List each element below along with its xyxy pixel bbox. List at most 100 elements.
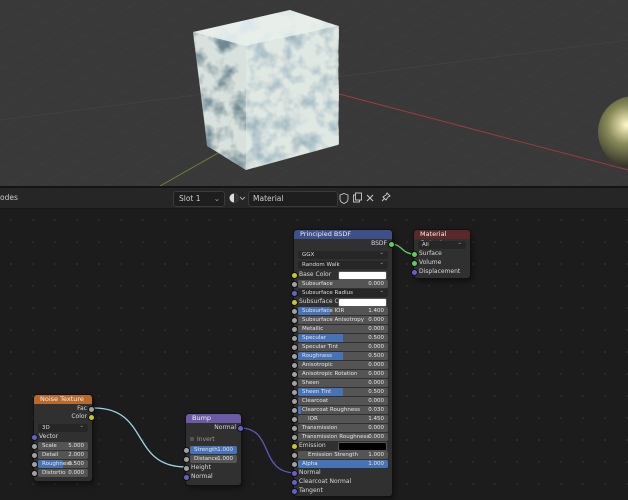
input-specular-tint[interactable]: Specular Tint 0.000 [291, 342, 392, 351]
height-socket[interactable] [183, 465, 190, 472]
tangent-socket[interactable] [291, 488, 298, 495]
value-field[interactable]: Transmission 0.000 [298, 423, 388, 432]
surface-socket[interactable] [411, 251, 418, 258]
vector-socket[interactable] [31, 434, 38, 441]
strength-socket[interactable] [183, 447, 190, 454]
detail-socket[interactable] [31, 452, 38, 459]
dimensions-dropdown[interactable]: 3D [34, 422, 92, 432]
value-field[interactable]: Clearcoat 0.000 [298, 396, 388, 405]
input-base-color[interactable]: Base Color [291, 270, 392, 280]
specular-tint-socket[interactable] [291, 344, 298, 351]
input-clearcoat[interactable]: Clearcoat 0.000 [291, 396, 392, 405]
value-field[interactable]: Metallic 0.000 [298, 324, 388, 333]
scale-socket[interactable] [31, 443, 38, 450]
input-sheen-tint[interactable]: Sheen Tint 0.500 [291, 387, 392, 396]
emission-strength-socket[interactable] [291, 452, 298, 459]
node-editor-canvas[interactable]: Noise Texture Fac Color 3D Vector Scale5… [0, 209, 628, 500]
normal-out-socket[interactable] [237, 425, 244, 432]
noise-texture-node[interactable]: Noise Texture Fac Color 3D Vector Scale5… [31, 395, 95, 481]
input-transmission[interactable]: Transmission 0.000 [291, 423, 392, 432]
value-field[interactable]: Anisotropic 0.000 [298, 360, 388, 369]
subsurface-method-dropdown[interactable]: Random Walk [294, 259, 392, 269]
value-field[interactable]: Roughness 0.500 [298, 351, 388, 360]
value-field[interactable]: Sheen Tint 0.500 [298, 387, 388, 396]
input-ior[interactable]: IOR 1.450 [291, 414, 392, 423]
value-field[interactable]: Specular 0.500 [298, 333, 388, 342]
value-field[interactable]: Subsurface Anisotropy 0.000 [298, 315, 388, 324]
fake-user-button[interactable] [338, 191, 350, 205]
specular-socket[interactable] [291, 335, 298, 342]
value-field[interactable]: Anisotropic Rotation 0.000 [298, 369, 388, 378]
target-dropdown[interactable]: All [414, 239, 470, 249]
normal-socket[interactable] [291, 470, 298, 477]
material-browse-button[interactable] [228, 191, 246, 205]
input-subsurface-c[interactable]: Subsurface C... [291, 297, 392, 307]
value-field[interactable]: Alpha 1.000 [298, 459, 388, 468]
distance-socket[interactable] [183, 456, 190, 463]
detail-field[interactable]: Detail 2.000 [31, 450, 92, 459]
duplicate-material-button[interactable] [351, 191, 363, 205]
clearcoat-normal-socket[interactable] [291, 479, 298, 486]
distance-field[interactable]: Distance 1.000 [183, 454, 241, 463]
subsurface-radius-socket[interactable] [291, 290, 298, 297]
sheen-socket[interactable] [291, 380, 298, 387]
value-field[interactable]: Emission Strength 1.000 [298, 450, 388, 459]
slot-dropdown[interactable]: Slot 1 ⌄ [173, 191, 225, 207]
base-color-socket[interactable] [291, 272, 298, 279]
input-anisotropic-rotation[interactable]: Anisotropic Rotation 0.000 [291, 369, 392, 378]
transmission-socket[interactable] [291, 425, 298, 432]
input-emission[interactable]: Emission [291, 441, 392, 451]
unlink-material-button[interactable] [364, 191, 376, 205]
subsurface-socket[interactable] [291, 281, 298, 288]
input-anisotropic[interactable]: Anisotropic 0.000 [291, 360, 392, 369]
subsurface-ior-socket[interactable] [291, 308, 298, 315]
input-alpha[interactable]: Alpha 1.000 [291, 459, 392, 468]
roughness-socket[interactable] [31, 461, 38, 468]
scale-field[interactable]: Scale 5.000 [31, 441, 92, 450]
bump-node[interactable]: Bump Normal Invert Strength 1.000 Distanc… [183, 414, 244, 485]
distortion-field[interactable]: Distortio 0.000 [31, 468, 92, 477]
value-field[interactable]: Transmission Roughness 0.000 [298, 432, 388, 441]
pin-button[interactable] [380, 191, 392, 205]
value-field[interactable]: Subsurface 0.000 [298, 279, 388, 288]
input-subsurface-radius[interactable]: Subsurface Radius [291, 287, 392, 297]
value-field[interactable]: Clearcoat Roughness 0.030 [298, 405, 388, 414]
node-header[interactable]: Principled BSDF [294, 230, 392, 239]
anisotropic-socket[interactable] [291, 362, 298, 369]
clearcoat-roughness-socket[interactable] [291, 407, 298, 414]
subsurface-c-socket[interactable] [291, 299, 298, 306]
3d-viewport[interactable] [0, 0, 628, 186]
anisotropic-rotation-socket[interactable] [291, 371, 298, 378]
input-transmission-roughness[interactable]: Transmission Roughness 0.000 [291, 432, 392, 441]
input-roughness[interactable]: Roughness 0.500 [291, 351, 392, 360]
clearcoat-socket[interactable] [291, 398, 298, 405]
input-specular[interactable]: Specular 0.500 [291, 333, 392, 342]
displacement-socket[interactable] [411, 269, 418, 276]
sheen-tint-socket[interactable] [291, 389, 298, 396]
ior-socket[interactable] [291, 416, 298, 423]
normal-in-socket[interactable] [183, 474, 190, 481]
input-subsurface[interactable]: Subsurface 0.000 [291, 279, 392, 288]
value-field[interactable]: IOR 1.450 [298, 414, 388, 423]
input-sheen[interactable]: Sheen 0.000 [291, 378, 392, 387]
transmission-roughness-socket[interactable] [291, 434, 298, 441]
subsurface-anisotropy-socket[interactable] [291, 317, 298, 324]
distortion-socket[interactable] [31, 470, 38, 477]
material-output-node[interactable]: Material Output All Surface Volume Displ… [411, 230, 470, 278]
volume-socket[interactable] [411, 260, 418, 267]
node-header[interactable]: Noise Texture [34, 395, 92, 404]
strength-field[interactable]: Strength 1.000 [183, 445, 241, 454]
emission-socket[interactable] [291, 443, 298, 450]
value-field[interactable]: Specular Tint 0.000 [298, 342, 388, 351]
value-field[interactable]: Sheen 0.000 [298, 378, 388, 387]
distribution-dropdown[interactable]: GGX [294, 249, 392, 259]
invert-checkbox[interactable]: Invert [186, 435, 241, 444]
metallic-socket[interactable] [291, 326, 298, 333]
input-subsurface-ior[interactable]: Subsurface IOR 1.400 [291, 306, 392, 315]
node-header[interactable]: Bump [186, 414, 241, 423]
material-name-field[interactable]: Material [248, 191, 338, 207]
bsdf-out-socket[interactable] [388, 241, 395, 248]
input-metallic[interactable]: Metallic 0.000 [291, 324, 392, 333]
color-socket[interactable] [88, 414, 95, 421]
checkbox-box[interactable] [190, 437, 194, 441]
